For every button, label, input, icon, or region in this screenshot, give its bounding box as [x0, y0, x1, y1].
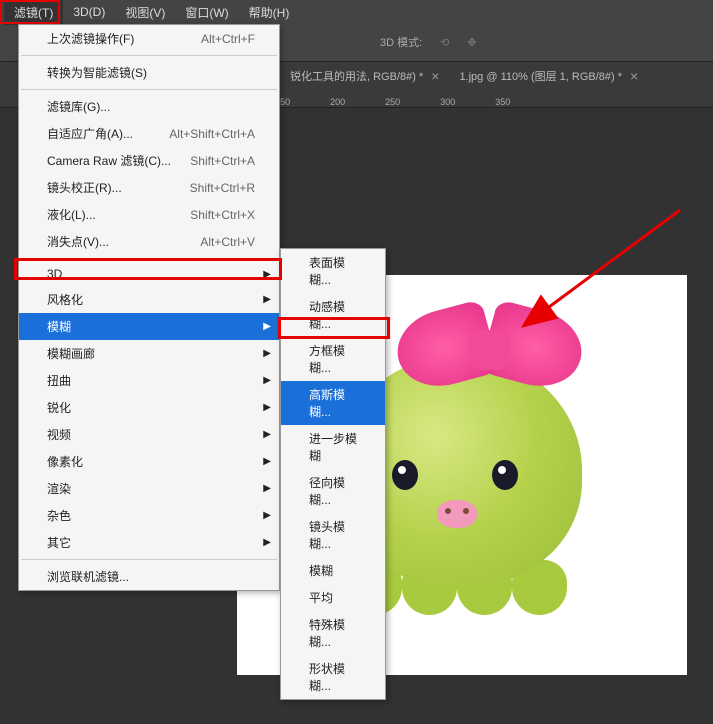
chevron-right-icon: ▶ — [263, 294, 271, 305]
submenu-radial-blur[interactable]: 径向模糊... — [281, 469, 385, 513]
menu-separator — [21, 55, 277, 56]
chevron-right-icon: ▶ — [263, 402, 271, 413]
menu-window[interactable]: 窗口(W) — [175, 0, 238, 25]
submenu-box-blur[interactable]: 方框模糊... — [281, 337, 385, 381]
menu-help[interactable]: 帮助(H) — [239, 0, 300, 25]
menu-video[interactable]: 视频▶ — [19, 421, 279, 448]
chevron-right-icon: ▶ — [263, 510, 271, 521]
menubar: 滤镜(T) 3D(D) 视图(V) 窗口(W) 帮助(H) — [0, 0, 713, 24]
menu-vanishing-point[interactable]: 消失点(V)...Alt+Ctrl+V — [19, 228, 279, 255]
menu-pixelate[interactable]: 像素化▶ — [19, 448, 279, 475]
menu-view[interactable]: 视图(V) — [115, 0, 175, 25]
tab-doc2[interactable]: 1.jpg @ 110% (图层 1, RGB/8#) * × — [449, 62, 648, 90]
menu-adaptive-wide[interactable]: 自适应广角(A)...Alt+Shift+Ctrl+A — [19, 120, 279, 147]
menu-3d-sub[interactable]: 3D▶ — [19, 262, 279, 286]
close-icon[interactable]: × — [630, 68, 638, 84]
chevron-right-icon: ▶ — [263, 375, 271, 386]
submenu-motion-blur[interactable]: 动感模糊... — [281, 293, 385, 337]
menu-browse-online[interactable]: 浏览联机滤镜... — [19, 563, 279, 590]
ruler-tick: 200 — [330, 97, 345, 107]
menu-other[interactable]: 其它▶ — [19, 529, 279, 556]
menu-blur[interactable]: 模糊▶ — [19, 313, 279, 340]
menu-separator — [21, 559, 277, 560]
menu-distort[interactable]: 扭曲▶ — [19, 367, 279, 394]
submenu-surface-blur[interactable]: 表面模糊... — [281, 249, 385, 293]
pan-icon[interactable]: ✥ — [467, 24, 476, 62]
chevron-right-icon: ▶ — [263, 483, 271, 494]
filter-dropdown: 上次滤镜操作(F)Alt+Ctrl+F 转换为智能滤镜(S) 滤镜库(G)...… — [18, 24, 280, 591]
menu-separator — [21, 258, 277, 259]
submenu-blur[interactable]: 模糊 — [281, 557, 385, 584]
chevron-right-icon: ▶ — [263, 321, 271, 332]
menu-noise[interactable]: 杂色▶ — [19, 502, 279, 529]
chevron-right-icon: ▶ — [263, 456, 271, 467]
tab-label: 1.jpg @ 110% (图层 1, RGB/8#) * — [459, 68, 622, 84]
submenu-gaussian-blur[interactable]: 高斯模糊... — [281, 381, 385, 425]
ruler-tick: 350 — [495, 97, 510, 107]
menu-3d[interactable]: 3D(D) — [63, 1, 115, 23]
submenu-lens-blur[interactable]: 镜头模糊... — [281, 513, 385, 557]
menu-sharpen[interactable]: 锐化▶ — [19, 394, 279, 421]
menu-camera-raw[interactable]: Camera Raw 滤镜(C)...Shift+Ctrl+A — [19, 147, 279, 174]
submenu-shape-blur[interactable]: 形状模糊... — [281, 655, 385, 699]
chevron-right-icon: ▶ — [263, 269, 271, 280]
chevron-right-icon: ▶ — [263, 429, 271, 440]
menu-render[interactable]: 渲染▶ — [19, 475, 279, 502]
plush-eye — [392, 460, 418, 490]
menu-filter[interactable]: 滤镜(T) — [4, 0, 63, 25]
menu-liquify[interactable]: 液化(L)...Shift+Ctrl+X — [19, 201, 279, 228]
menu-lens-correction[interactable]: 镜头校正(R)...Shift+Ctrl+R — [19, 174, 279, 201]
menu-stylize[interactable]: 风格化▶ — [19, 286, 279, 313]
blur-submenu: 表面模糊... 动感模糊... 方框模糊... 高斯模糊... 进一步模糊 径向… — [280, 248, 386, 700]
chevron-right-icon: ▶ — [263, 537, 271, 548]
chevron-right-icon: ▶ — [263, 348, 271, 359]
menu-last-filter[interactable]: 上次滤镜操作(F)Alt+Ctrl+F — [19, 25, 279, 52]
ruler-tick: 250 — [385, 97, 400, 107]
tab-doc1[interactable]: 锐化工具的用法, RGB/8#) * × — [280, 62, 449, 90]
submenu-special-blur[interactable]: 特殊模糊... — [281, 611, 385, 655]
tab-label: 锐化工具的用法, RGB/8#) * — [290, 68, 423, 84]
ruler-tick: 300 — [440, 97, 455, 107]
3d-mode-label: 3D 模式: — [380, 24, 422, 62]
menu-blur-gallery[interactable]: 模糊画廊▶ — [19, 340, 279, 367]
submenu-further-blur[interactable]: 进一步模糊 — [281, 425, 385, 469]
menu-filter-gallery[interactable]: 滤镜库(G)... — [19, 93, 279, 120]
close-icon[interactable]: × — [431, 68, 439, 84]
plush-mouth — [437, 500, 477, 528]
orbit-icon[interactable]: ⟲ — [440, 24, 449, 62]
menu-separator — [21, 89, 277, 90]
plush-bow-knot — [469, 330, 509, 370]
plush-eye — [492, 460, 518, 490]
menu-smart-filter[interactable]: 转换为智能滤镜(S) — [19, 59, 279, 86]
submenu-average[interactable]: 平均 — [281, 584, 385, 611]
